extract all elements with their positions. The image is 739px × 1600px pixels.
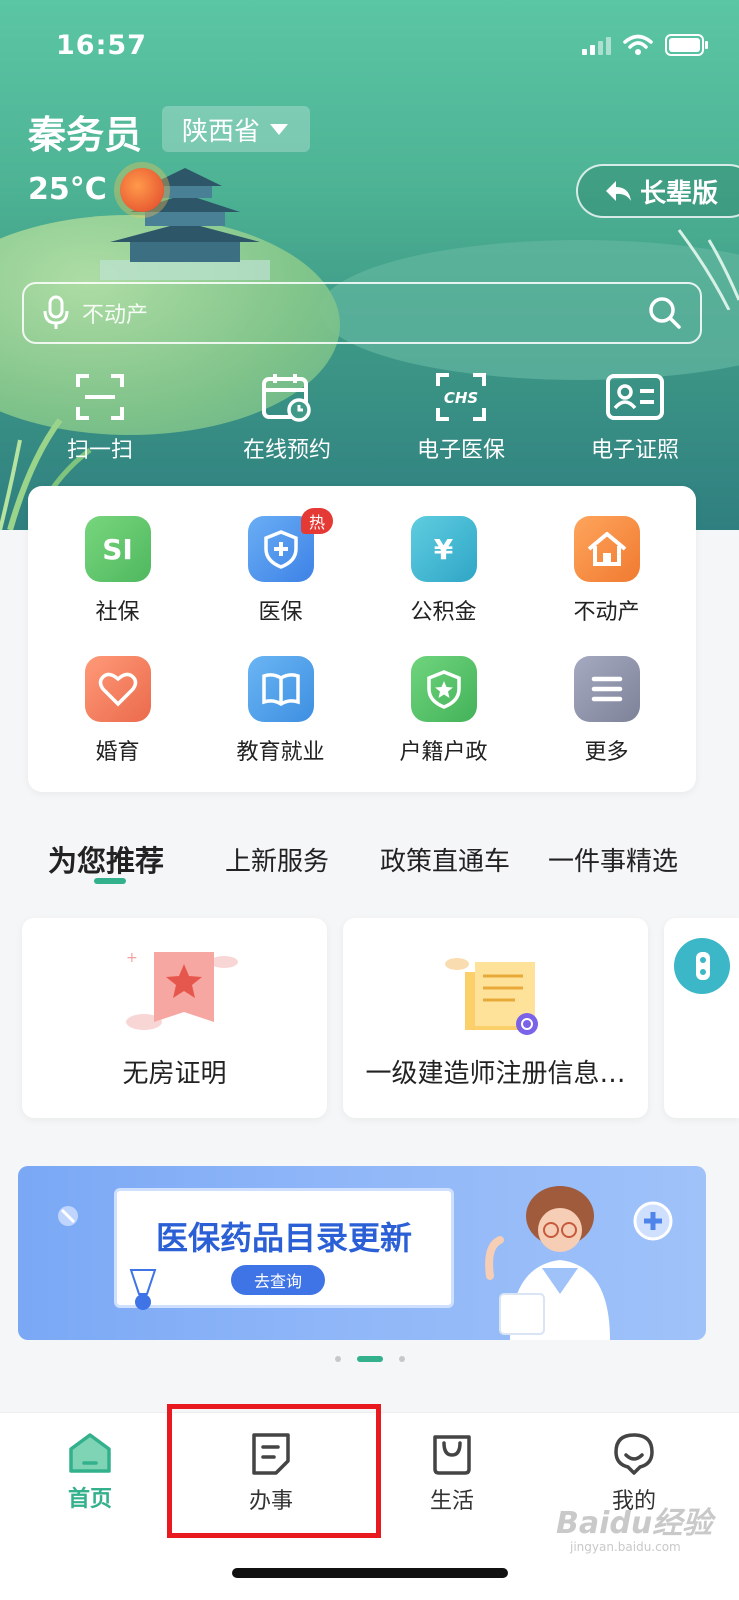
badminton-icon xyxy=(129,1269,157,1310)
service-housing-fund[interactable]: ¥ 公积金 xyxy=(362,516,525,626)
service-more[interactable]: 更多 xyxy=(525,656,688,766)
si-icon: SI xyxy=(84,516,151,582)
heart-icon xyxy=(84,656,151,722)
quick-action-label: 在线预约 xyxy=(242,438,331,463)
watermark: Baidu经验 xyxy=(556,1506,713,1541)
tab-featured-matters[interactable]: 一件事精选 xyxy=(548,841,678,878)
quick-action-label: 电子证照 xyxy=(590,438,679,463)
scan-icon xyxy=(70,370,130,424)
home-indicator[interactable] xyxy=(232,1568,508,1578)
battery-icon xyxy=(665,34,709,56)
banner-pagination xyxy=(0,1356,739,1362)
highlight-annotation-box xyxy=(167,1404,381,1538)
pagination-dot-active xyxy=(356,1356,383,1362)
service-marriage-birth[interactable]: 婚育 xyxy=(36,656,199,766)
services-card: SI 社保 热 医保 ¥ 公积金 不动产 婚育 教育就业 户籍户政 更多 xyxy=(28,486,696,792)
calendar-clock-icon xyxy=(257,370,317,424)
robot-illustration-icon xyxy=(674,938,730,994)
card-title: 无房证明 xyxy=(122,1059,227,1089)
recommend-tabs: 为您推荐 上新服务 政策直通车 一件事精选 xyxy=(0,838,739,898)
quick-action-appointment[interactable]: 在线预约 xyxy=(200,370,374,464)
nav-life[interactable]: 生活 xyxy=(392,1431,512,1515)
house-icon xyxy=(573,516,640,582)
id-card-icon xyxy=(605,370,665,424)
police-shield-icon xyxy=(410,656,477,722)
status-bar: 16:57 xyxy=(0,0,739,90)
svg-text:CHS: CHS xyxy=(444,389,478,407)
service-household-registration[interactable]: 户籍户政 xyxy=(362,656,525,766)
banner-title: 医保药品目录更新 xyxy=(155,1219,412,1257)
service-label: 社保 xyxy=(95,600,140,625)
service-medical-insurance[interactable]: 热 医保 xyxy=(199,508,362,626)
recommend-card-partial[interactable] xyxy=(664,918,739,1118)
tab-policy[interactable]: 政策直通车 xyxy=(380,841,510,878)
quick-action-medical-insurance[interactable]: CHS 电子医保 xyxy=(374,370,548,464)
service-label: 更多 xyxy=(584,740,629,765)
bag-icon xyxy=(433,1435,471,1475)
nav-label: 生活 xyxy=(429,1489,474,1514)
recommend-card-no-house-certificate[interactable]: + 无房证明 xyxy=(22,918,327,1118)
chs-icon: CHS xyxy=(431,370,491,424)
search-icon[interactable] xyxy=(648,296,682,330)
service-label: 医保 xyxy=(258,600,303,625)
quick-actions: 扫一扫 在线预约 CHS 电子医保 电子证照 xyxy=(0,370,739,464)
menu-icon xyxy=(573,656,640,722)
sun-icon xyxy=(120,168,164,212)
quick-action-label: 扫一扫 xyxy=(66,438,133,463)
promo-banner[interactable]: 医保药品目录更新 去查询 xyxy=(18,1166,706,1340)
tab-new-services[interactable]: 上新服务 xyxy=(225,841,329,878)
pagination-dot xyxy=(398,1356,405,1362)
wifi-icon xyxy=(623,34,653,56)
service-label: 公积金 xyxy=(410,600,477,625)
document-search-illustration-icon xyxy=(445,958,538,1035)
doctor-illustration-icon xyxy=(485,1186,610,1340)
chevron-down-icon xyxy=(270,123,289,135)
service-label: 不动产 xyxy=(573,600,640,625)
temperature: 25°C xyxy=(28,172,107,207)
services-grid: SI 社保 热 医保 ¥ 公积金 不动产 婚育 教育就业 户籍户政 更多 xyxy=(28,508,696,766)
nav-home[interactable]: 首页 xyxy=(30,1431,150,1513)
svg-text:+: + xyxy=(126,950,138,966)
microphone-icon[interactable] xyxy=(42,295,70,331)
medical-cross-icon xyxy=(633,1201,673,1241)
certificate-illustration-icon: + xyxy=(126,950,238,1030)
banner-board: 医保药品目录更新 去查询 xyxy=(114,1188,454,1308)
service-label: 户籍户政 xyxy=(399,740,488,765)
province-label: 陕西省 xyxy=(182,116,261,147)
banner-query-button[interactable]: 去查询 xyxy=(231,1265,325,1295)
pill-icon xyxy=(58,1206,78,1226)
tab-active-indicator xyxy=(94,878,126,884)
province-selector[interactable]: 陕西省 xyxy=(162,106,310,152)
signal-icon xyxy=(582,35,611,55)
elder-mode-button[interactable]: 长辈版 xyxy=(576,164,739,218)
tab-recommend[interactable]: 为您推荐 xyxy=(48,838,164,880)
watermark-url: jingyan.baidu.com xyxy=(570,1540,681,1554)
status-time: 16:57 xyxy=(56,30,147,61)
search-bar[interactable]: 不动产 xyxy=(22,282,702,344)
service-label: 婚育 xyxy=(95,740,140,765)
recommend-card-constructor-registration[interactable]: 一级建造师注册信息… xyxy=(343,918,648,1118)
book-icon xyxy=(247,656,314,722)
status-icons xyxy=(582,34,709,56)
card-title: 一级建造师注册信息… xyxy=(365,1059,626,1089)
user-name: 秦务员 xyxy=(28,113,143,157)
home-icon xyxy=(69,1433,111,1473)
yuan-icon: ¥ xyxy=(410,516,477,582)
search-input[interactable]: 不动产 xyxy=(82,297,648,329)
service-label: 教育就业 xyxy=(236,740,325,765)
quick-action-scan[interactable]: 扫一扫 xyxy=(0,370,200,464)
service-real-estate[interactable]: 不动产 xyxy=(525,516,688,626)
back-arrow-icon xyxy=(606,181,631,201)
quick-action-e-license[interactable]: 电子证照 xyxy=(548,370,722,464)
nav-label: 首页 xyxy=(67,1487,112,1512)
hot-badge: 热 xyxy=(301,508,333,534)
quick-action-label: 电子医保 xyxy=(416,438,505,463)
elder-mode-label: 长辈版 xyxy=(640,178,719,209)
pagination-dot xyxy=(334,1356,341,1362)
profile-icon xyxy=(614,1433,654,1475)
service-education-employment[interactable]: 教育就业 xyxy=(199,656,362,766)
service-social-security[interactable]: SI 社保 xyxy=(36,516,199,626)
